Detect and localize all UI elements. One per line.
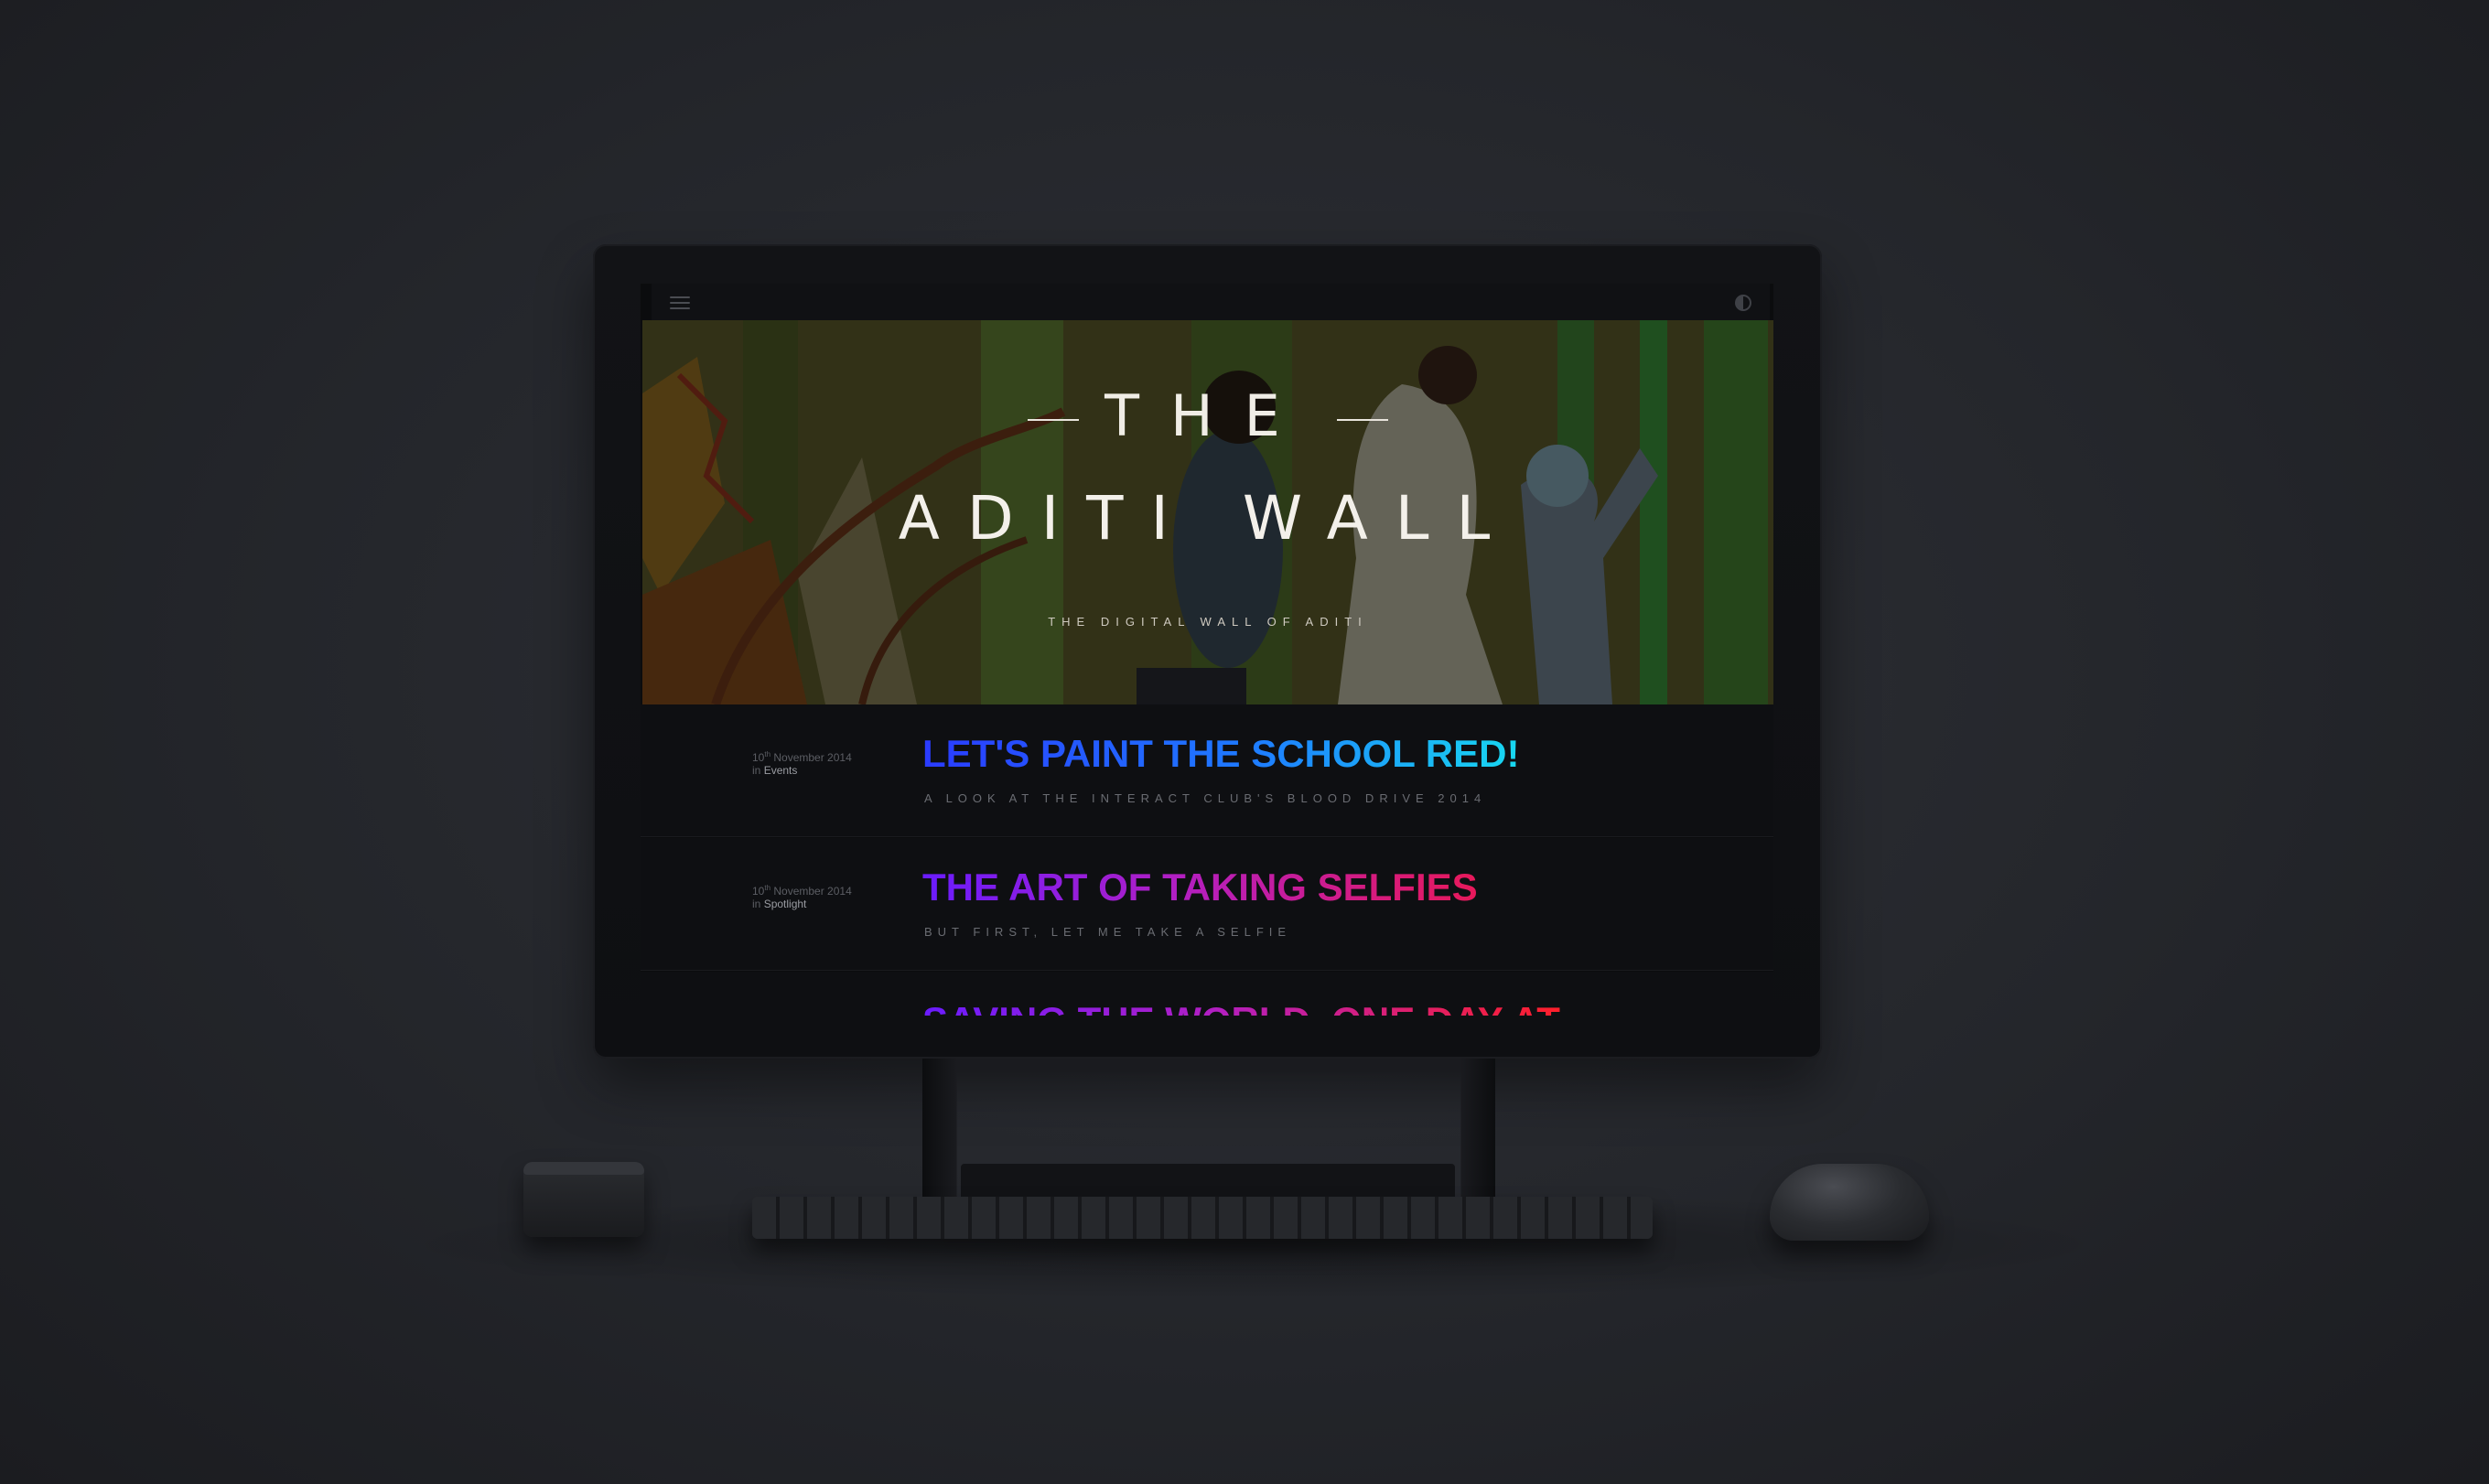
contrast-toggle-icon[interactable]: [1735, 295, 1751, 311]
post-category[interactable]: Spotlight: [764, 898, 807, 910]
top-bar: [652, 284, 1770, 320]
kicker-dash-right: [1336, 418, 1388, 421]
post-subtitle: A LOOK AT THE INTERACT CLUB'S BLOOD DRIV…: [924, 791, 1487, 805]
post-title[interactable]: LET'S PAINT THE SCHOOL RED!: [922, 732, 1519, 776]
post-in-label: in: [752, 764, 764, 777]
monitor-stand-base: [961, 1164, 1455, 1200]
post-in-label: in: [752, 898, 764, 910]
post-title[interactable]: SAVING THE WORLD, ONE DAY AT: [922, 999, 1560, 1016]
surface-dial-puck: [523, 1162, 644, 1237]
post-subtitle: BUT FIRST, LET ME TAKE A SELFIE: [924, 925, 1292, 939]
hero-title: ADITI WALL: [898, 483, 1518, 554]
hero-subtitle: THE DIGITAL WALL OF ADITI: [1048, 615, 1368, 629]
kicker-dash-left: [1028, 418, 1080, 421]
post-category[interactable]: Events: [764, 764, 798, 777]
post-date-day: 10: [752, 885, 765, 898]
post-date-rest: November 2014: [770, 751, 852, 764]
post-date-rest: November 2014: [770, 885, 852, 898]
post-item[interactable]: 10th November 2014 in Events LET'S PAINT…: [641, 704, 1773, 837]
post-item[interactable]: SAVING THE WORLD, ONE DAY AT: [641, 972, 1773, 1016]
post-item[interactable]: 10th November 2014 in Spotlight THE ART …: [641, 838, 1773, 971]
keyboard: [752, 1197, 1653, 1239]
mouse: [1770, 1164, 1929, 1241]
hero-kicker: THE: [642, 382, 1773, 449]
screen: THE ADITI WALL THE DIGITAL WALL OF ADITI…: [641, 284, 1773, 1016]
post-title[interactable]: THE ART OF TAKING SELFIES: [922, 866, 1478, 909]
post-meta: 10th November 2014 in Spotlight: [752, 882, 852, 910]
hero-banner: THE ADITI WALL THE DIGITAL WALL OF ADITI: [642, 320, 1773, 704]
hamburger-menu-icon[interactable]: [670, 296, 690, 309]
post-meta: 10th November 2014 in Events: [752, 748, 852, 777]
post-date-day: 10: [752, 751, 765, 764]
hero-kicker-text: THE: [1104, 382, 1311, 449]
